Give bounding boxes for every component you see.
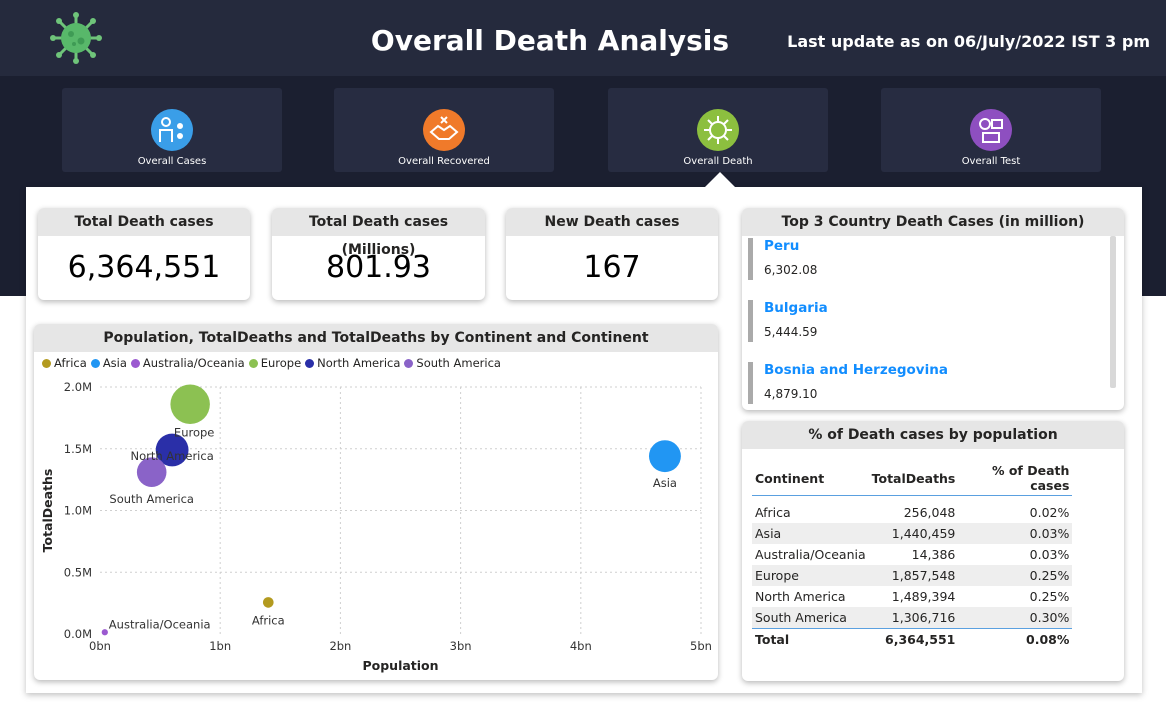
data-label: Europe <box>174 425 214 439</box>
kpi-label: Total Death cases (Millions) <box>272 208 485 258</box>
people-virus-icon <box>151 109 193 151</box>
country-value: 5,444.59 <box>764 325 818 339</box>
y-axis-label: TotalDeaths <box>40 469 55 553</box>
data-point-australia-oceania <box>101 629 108 636</box>
cell: 14,386 <box>911 547 956 562</box>
cell: 1,440,459 <box>868 523 959 544</box>
data-point-asia <box>648 440 681 473</box>
data-point-europe <box>170 384 210 425</box>
kpi-new-death-card: New Death cases 167 <box>506 208 718 300</box>
table-row: Australia/Oceania 14,386 0.03% <box>752 544 1072 565</box>
nav-label: Overall Recovered <box>398 156 490 167</box>
cell: 0.25% <box>958 565 1073 586</box>
virus-icon <box>697 109 739 151</box>
active-tab-pointer <box>704 172 736 188</box>
cell: Europe <box>752 565 869 586</box>
y-tick-label: 1.0M <box>64 504 92 518</box>
data-label: North America <box>130 449 213 463</box>
data-label: Asia <box>653 476 677 490</box>
x-tick-label: 5bn <box>690 639 712 653</box>
cell: 1,489,394 <box>891 589 956 604</box>
scatter-chart-card: Population, TotalDeaths and TotalDeaths … <box>34 324 718 680</box>
cell: South America <box>752 607 869 629</box>
kpi-value: 167 <box>583 250 641 285</box>
cell: Australia/Oceania <box>755 547 866 562</box>
item-bar <box>748 362 753 404</box>
table-row: Asia 1,440,459 0.03% <box>752 523 1073 544</box>
table-row: South America 1,306,716 0.30% <box>752 607 1073 629</box>
x-tick-label: 4bn <box>570 639 592 653</box>
cell: 6,364,551 <box>868 628 959 650</box>
header-bar: Overall Death Analysis Last update as on… <box>0 0 1166 76</box>
kpi-death-millions-card: Total Death cases (Millions) 801.93 <box>272 208 485 300</box>
x-tick-label: 3bn <box>450 639 472 653</box>
item-bar <box>748 300 753 342</box>
cell: 1,306,716 <box>868 607 959 629</box>
nav-overall-death-button[interactable]: Overall Death <box>608 88 828 172</box>
cell: Africa <box>755 505 791 520</box>
y-tick-label: 2.0M <box>64 380 92 394</box>
cell: 1,857,548 <box>868 565 959 586</box>
nav-label: Overall Death <box>683 156 753 167</box>
handshake-icon <box>423 109 465 151</box>
x-tick-label: 0bn <box>89 639 111 653</box>
country-value: 6,302.08 <box>764 263 818 277</box>
data-point-africa <box>262 597 274 608</box>
y-tick-label: 0.0M <box>64 627 92 641</box>
card-title: % of Death cases by population <box>742 421 1124 449</box>
death-pct-card: % of Death cases by population Continent… <box>742 421 1124 681</box>
kpi-value: 6,364,551 <box>67 250 221 285</box>
cell: 0.30% <box>958 607 1073 629</box>
item-bar <box>748 238 753 280</box>
country-value: 4,879.10 <box>764 387 818 401</box>
x-axis-label: Population <box>362 658 438 673</box>
data-label: South America <box>109 492 194 506</box>
nav-label: Overall Cases <box>137 156 207 167</box>
cell: 0.08% <box>958 628 1073 650</box>
kpi-total-death-card: Total Death cases 6,364,551 <box>38 208 250 300</box>
last-update-text: Last update as on 06/July/2022 IST 3 pm <box>787 32 1150 51</box>
column-header[interactable]: TotalDeaths <box>868 461 959 496</box>
country-name: Bulgaria <box>764 300 828 316</box>
table-total-row: Total 6,364,551 0.08% <box>752 628 1073 650</box>
death-pct-table: Continent TotalDeaths % of Death cases A… <box>752 461 1073 650</box>
cell: Asia <box>752 523 869 544</box>
country-name: Bosnia and Herzegovina <box>764 362 948 378</box>
top3-country-card: Top 3 Country Death Cases (in million) P… <box>742 208 1124 410</box>
kpi-label: Total Death cases <box>38 208 250 236</box>
kpi-label: New Death cases <box>506 208 718 236</box>
column-header[interactable]: % of Death cases <box>958 461 1073 496</box>
cell: Total <box>752 628 869 650</box>
x-tick-label: 2bn <box>329 639 351 653</box>
scrollbar[interactable] <box>1110 236 1116 388</box>
nav-overall-cases-button[interactable]: Overall Cases <box>62 88 282 172</box>
table-row: Europe 1,857,548 0.25% <box>752 565 1073 586</box>
table-row: Africa 256,048 0.02% <box>752 496 1072 524</box>
column-header[interactable]: Continent <box>752 461 869 496</box>
nav-overall-test-button[interactable]: Overall Test <box>881 88 1101 172</box>
test-icon <box>970 109 1012 151</box>
nav-overall-recovered-button[interactable]: Overall Recovered <box>334 88 554 172</box>
scatter-chart: 0.0M 0.5M 1.0M 1.5M 2.0M 0bn 1bn 2bn 3bn 4bn 5bn Po… <box>40 380 712 673</box>
cell: 0.02% <box>1029 505 1070 520</box>
kpi-value: 801.93 <box>326 250 431 285</box>
cell: 256,048 <box>903 505 956 520</box>
data-label: Africa <box>252 613 285 627</box>
nav-label: Overall Test <box>961 156 1021 167</box>
cell: North America <box>755 589 846 604</box>
data-label: Australia/Oceania <box>109 617 211 631</box>
cell: 0.03% <box>958 523 1073 544</box>
y-tick-label: 0.5M <box>64 565 92 579</box>
table-row: North America 1,489,394 0.25% <box>752 586 1072 607</box>
x-tick-label: 1bn <box>209 639 231 653</box>
cell: 0.03% <box>1029 547 1070 562</box>
country-name: Peru <box>764 238 800 254</box>
y-tick-label: 1.5M <box>64 442 92 456</box>
card-title: Top 3 Country Death Cases (in million) <box>742 208 1124 236</box>
table-header-row: Continent TotalDeaths % of Death cases <box>752 461 1073 496</box>
cell: 0.25% <box>1029 589 1070 604</box>
